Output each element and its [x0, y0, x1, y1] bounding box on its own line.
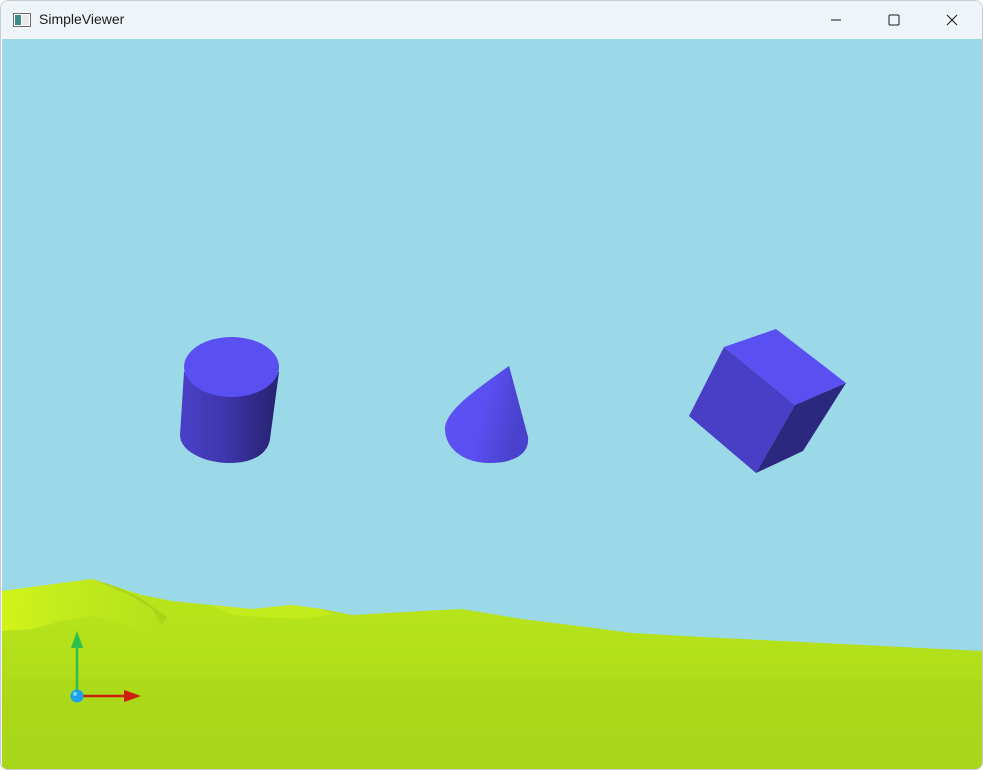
- minimize-icon: [831, 19, 841, 21]
- maximize-button[interactable]: [865, 1, 923, 39]
- minimize-button[interactable]: [807, 1, 865, 39]
- window-title: SimpleViewer: [39, 11, 125, 27]
- title-bar[interactable]: SimpleViewer: [1, 1, 982, 39]
- close-button[interactable]: [923, 1, 981, 39]
- application-window: SimpleViewer: [0, 0, 983, 770]
- 3d-viewport[interactable]: [2, 39, 982, 769]
- cylinder-shape[interactable]: [180, 337, 279, 463]
- maximize-icon: [888, 14, 900, 26]
- app-window-icon: [13, 13, 31, 27]
- close-icon: [946, 14, 958, 26]
- scene-canvas[interactable]: [2, 39, 982, 769]
